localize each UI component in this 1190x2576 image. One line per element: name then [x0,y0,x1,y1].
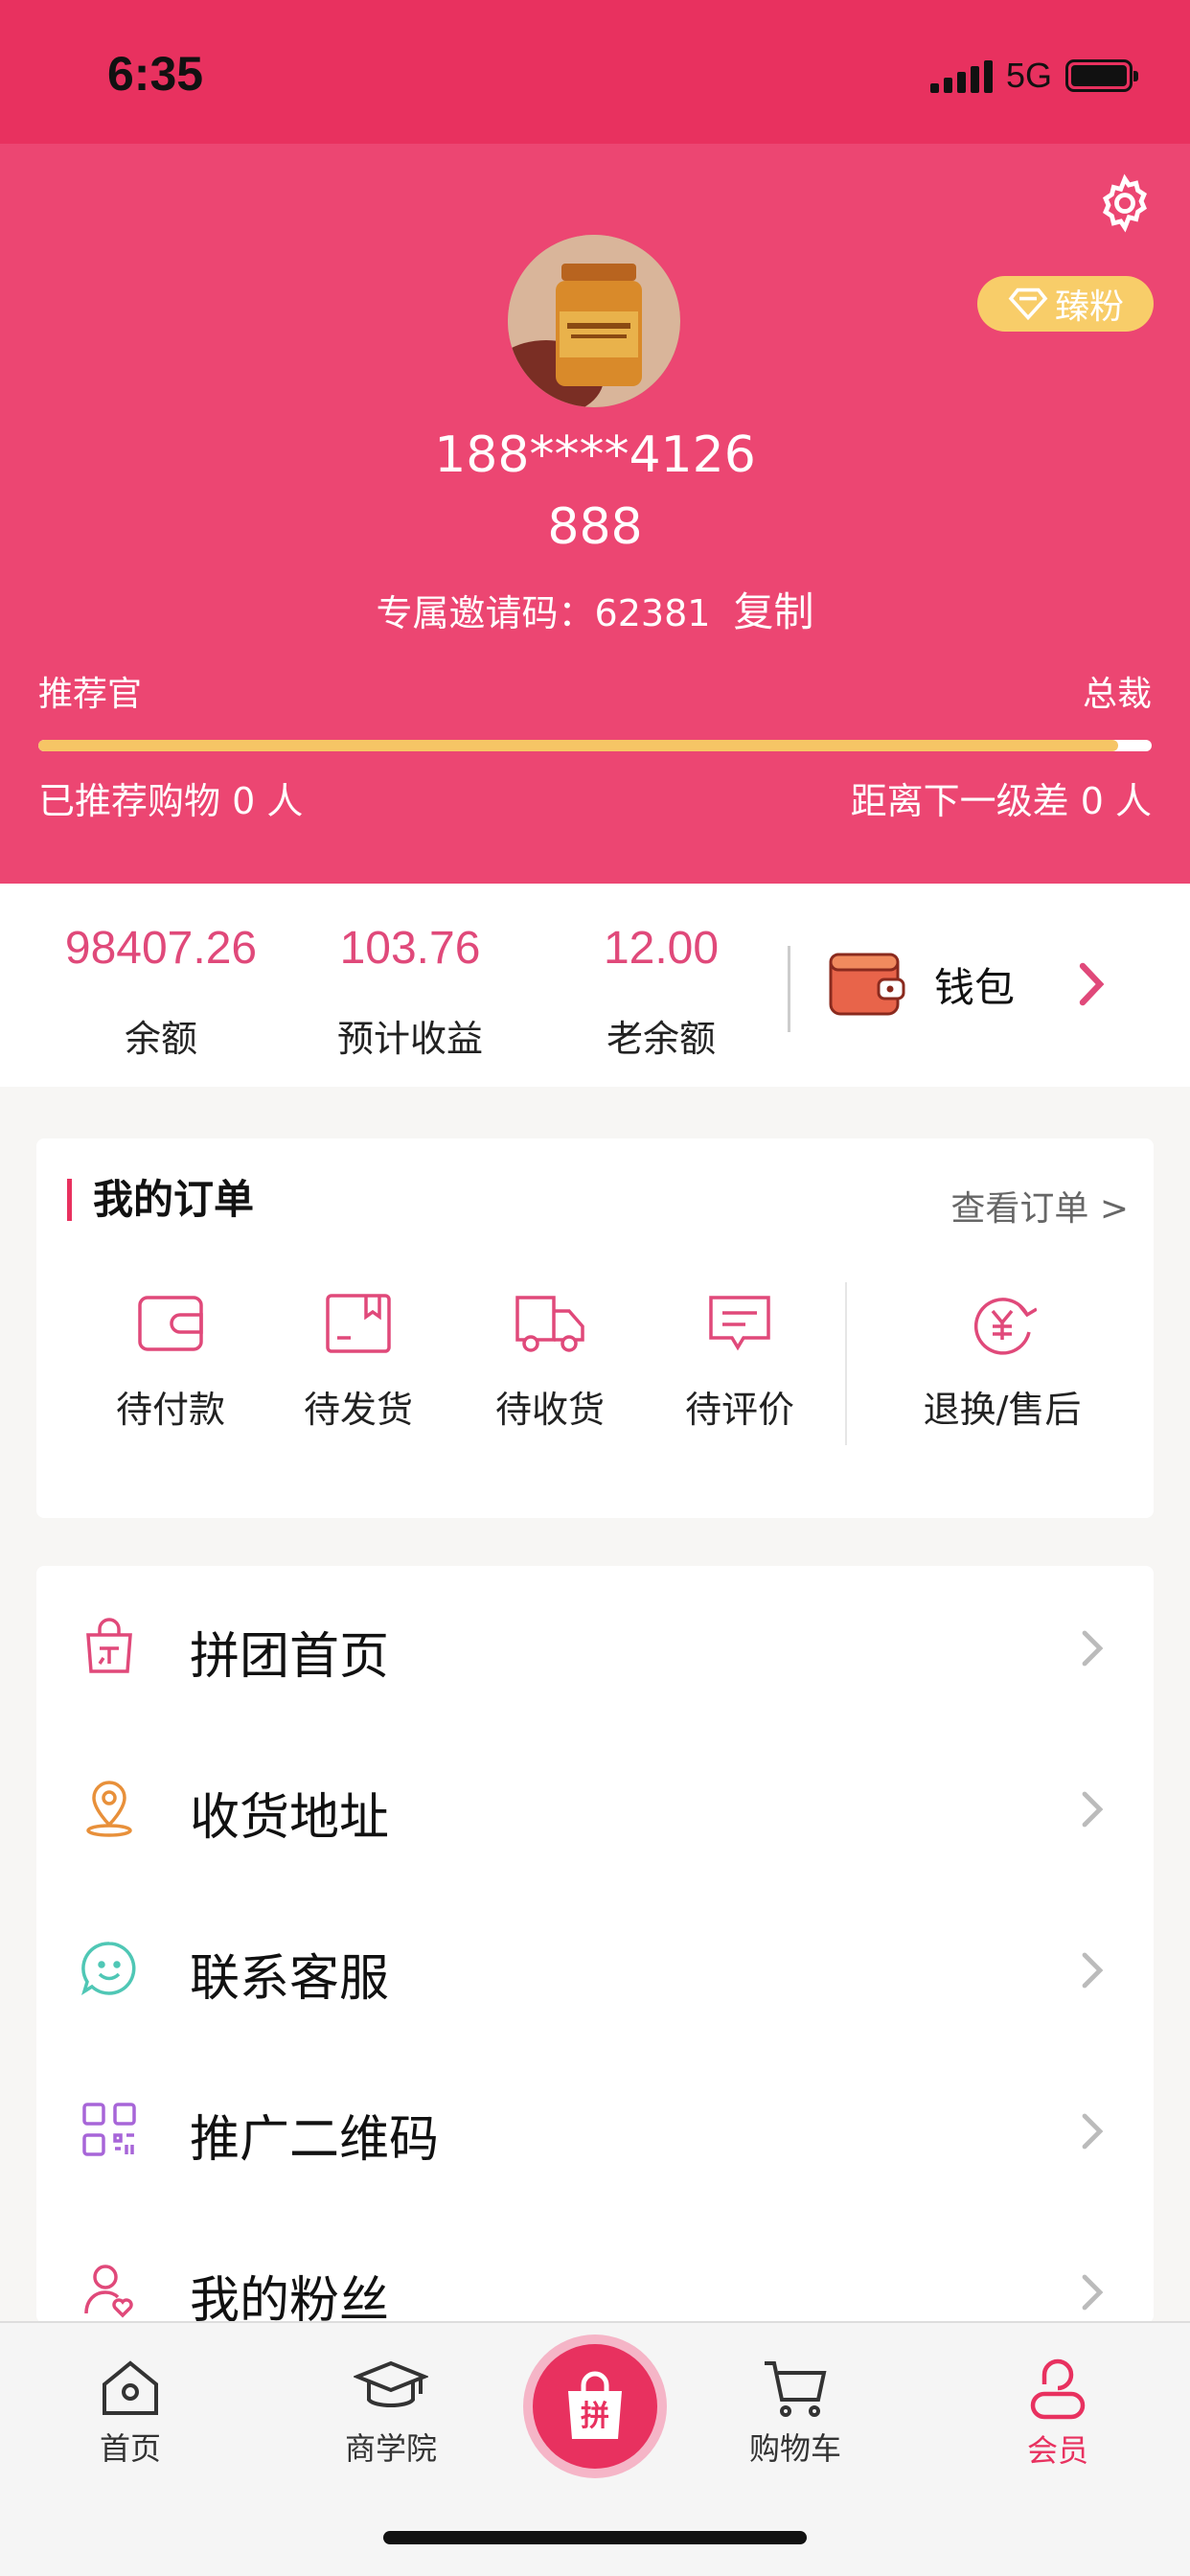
orders-title: 我的订单 [67,1178,254,1222]
invite-code-row: 专属邀请码：62381 复制 [0,580,1190,638]
comment-icon [709,1296,770,1351]
order-pending-payment[interactable]: 待付款 [75,1292,266,1433]
orders-divider [845,1282,847,1445]
home-indicator [383,2531,807,2544]
status-time: 6:35 [107,47,204,101]
location-pin-icon [79,1777,140,1838]
shopping-bag-icon [79,1616,140,1677]
expected-income-item[interactable]: 103.76 预计收益 [286,922,535,1062]
status-bar: 6:35 5G [0,0,1190,144]
graduation-cap-icon [354,2360,428,2407]
expected-income-value: 103.76 [339,923,481,974]
level-badge[interactable]: 臻粉 [977,276,1154,332]
menu-label: 联系客服 [190,1950,390,2008]
chevron-right-icon [1081,2112,1104,2154]
tab-business-school[interactable]: 商学院 [295,2358,487,2469]
order-refund-aftersale[interactable]: 退换/售后 [906,1292,1098,1433]
order-label: 待付款 [115,1389,225,1431]
order-pending-receipt[interactable]: 待收货 [454,1292,646,1433]
order-label: 待收货 [494,1389,605,1431]
view-orders-link[interactable]: 查看订单 > [950,1181,1129,1230]
user-nickname: 888 [547,498,643,556]
menu-label: 收货地址 [190,1789,390,1847]
qr-code-icon [79,2099,140,2160]
menu-item-group-buy-home[interactable]: 拼团首页 [36,1566,1154,1727]
smile-chat-icon [79,1938,140,1999]
chevron-right-icon[interactable] [1073,960,1111,1012]
invite-code: 专属邀请码：62381 [376,592,711,634]
balance-card: 98407.26 余额 103.76 预计收益 12.00 老余额 钱包 [0,884,1190,1087]
current-rank: 推荐官 [38,675,143,714]
tab-label: 购物车 [748,2430,841,2467]
order-label: 待评价 [684,1389,794,1431]
tab-label: 商学院 [344,2430,437,2467]
balance-item[interactable]: 98407.26 余额 [36,922,286,1062]
expected-income-label: 预计收益 [336,1018,483,1060]
cart-icon [765,2361,827,2417]
chevron-right-icon [1081,1951,1104,1993]
order-label: 待发货 [303,1389,413,1431]
network-label: 5G [1005,56,1052,95]
tab-group-buy[interactable]: 拼 [533,2344,657,2469]
truck-icon [515,1296,584,1352]
package-icon [326,1294,391,1353]
tab-cart[interactable]: 购物车 [699,2358,891,2469]
signal-icon [929,58,993,93]
order-pending-review[interactable]: 待评价 [644,1292,835,1433]
menu-label: 拼团首页 [190,1628,390,1686]
recommended-count: 已推荐购物 0 人 [38,780,304,822]
menu-item-address[interactable]: 收货地址 [36,1727,1154,1888]
next-level-gap: 距离下一级差 0 人 [850,780,1152,822]
tab-label: 会员 [1026,2432,1088,2469]
wallet-label: 钱包 [934,963,1016,1011]
menu-label: 推广二维码 [190,2111,440,2169]
order-label: 退换/售后 [923,1389,1082,1431]
copy-button[interactable]: 复制 [733,588,813,635]
profile-header: 臻粉 188****4126 888 专属邀请码：62381 复制 推荐官 总裁 … [0,144,1190,939]
rank-progress-bar [38,740,1152,751]
menu-item-customer-service[interactable]: 联系客服 [36,1888,1154,2049]
tab-home[interactable]: 首页 [34,2358,226,2469]
old-balance-label: 老余额 [606,1018,716,1060]
user-heart-icon [79,2260,140,2321]
wallet-icon [829,953,905,1016]
old-balance-value: 12.00 [603,923,720,974]
balance-label: 余额 [124,1018,197,1060]
old-balance-item[interactable]: 12.00 老余额 [537,922,786,1062]
menu-label: 我的粉丝 [190,2272,390,2323]
group-buy-glyph: 拼 [581,2400,609,2433]
menu-list: 拼团首页 收货地址 联系客服 推广二维码 我的粉丝 [36,1566,1154,2323]
refund-icon [973,1298,1037,1355]
tab-member[interactable]: 会员 [962,2358,1154,2471]
menu-item-promo-qrcode[interactable]: 推广二维码 [36,2049,1154,2210]
wallet-button[interactable]: 钱包 [829,951,1015,1018]
user-phone: 188****4126 [434,426,756,484]
gear-icon[interactable] [1094,172,1156,234]
chevron-right-icon [1081,1629,1104,1671]
battery-icon [1065,59,1138,92]
home-icon [103,2360,158,2415]
balance-value: 98407.26 [64,923,258,974]
group-buy-icon: 拼 [568,2371,622,2439]
avatar[interactable] [508,235,680,407]
chevron-right-icon [1081,2273,1104,2315]
orders-card: 我的订单 查看订单 > 待付款 待发货 待收货 待评价 退换/售后 [36,1138,1154,1518]
balance-divider [788,946,790,1032]
rank-progress-fill [38,740,1119,751]
level-badge-label: 臻粉 [1054,288,1124,327]
chevron-right-icon [1081,1790,1104,1832]
diamond-icon [1008,288,1048,321]
tab-label: 首页 [99,2430,161,2467]
wallet-icon [138,1296,203,1351]
next-rank: 总裁 [1082,675,1152,714]
member-icon [1030,2358,1086,2420]
status-indicators: 5G [929,56,1138,96]
menu-item-my-fans[interactable]: 我的粉丝 [36,2210,1154,2323]
order-pending-shipment[interactable]: 待发货 [263,1292,454,1433]
